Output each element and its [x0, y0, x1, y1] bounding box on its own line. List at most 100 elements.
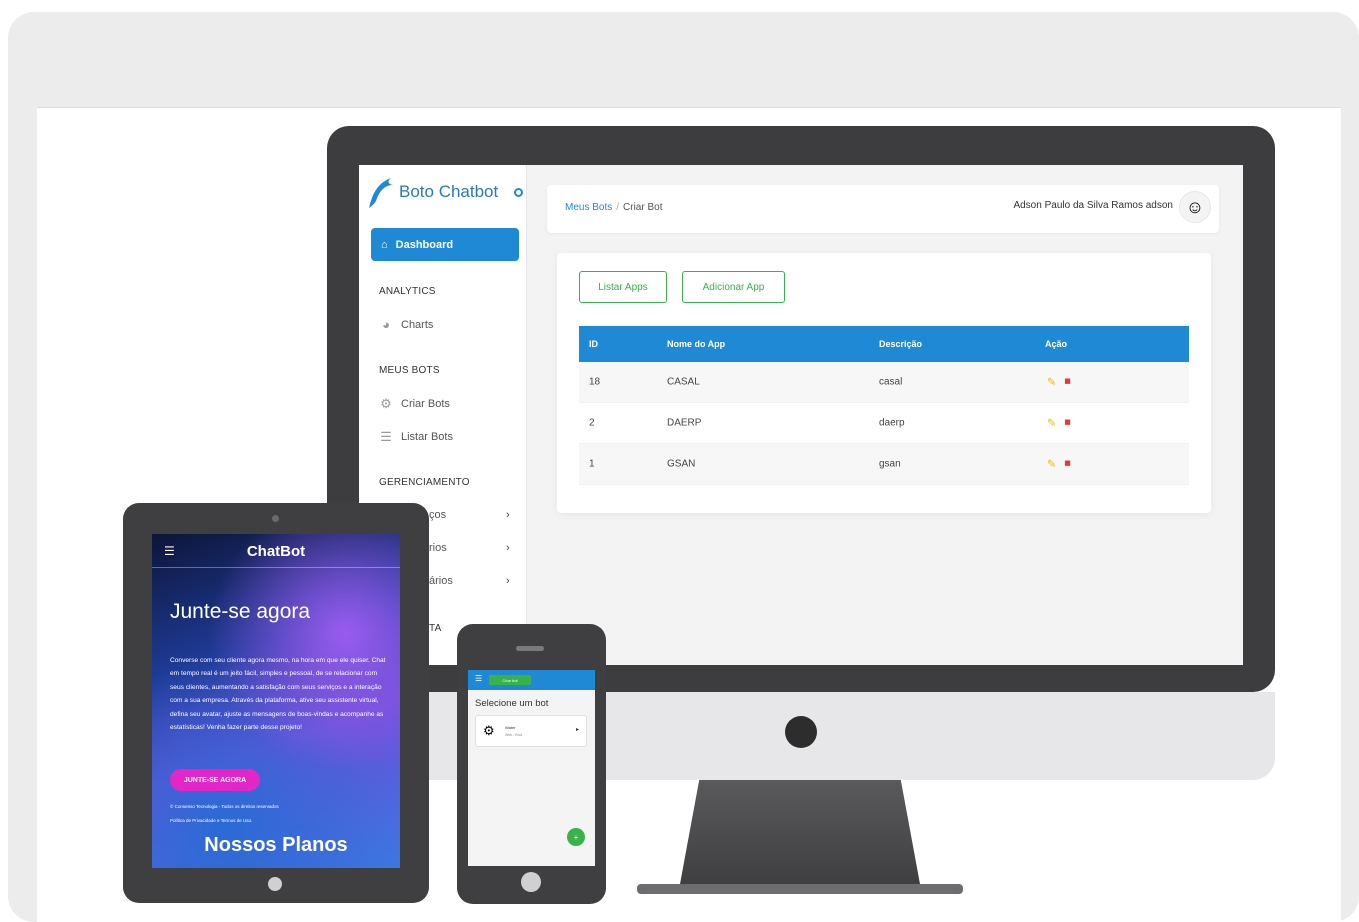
- phone-speaker: [516, 646, 544, 651]
- sidebar-item-servicos[interactable]: ços: [429, 509, 446, 521]
- trash-icon[interactable]: ■: [1064, 376, 1071, 389]
- cell-descricao: daerp: [879, 417, 905, 429]
- adicionar-app-button[interactable]: Adicionar App: [682, 271, 785, 303]
- sidebar-item-usuarios[interactable]: rios: [429, 542, 447, 554]
- bot-list-item[interactable]: ⚙ Water Web - Kiva ▸: [475, 715, 587, 747]
- avatar[interactable]: ☺: [1179, 191, 1211, 223]
- listar-apps-button[interactable]: Listar Apps: [579, 271, 667, 303]
- monitor-screen: Boto Chatbot ⌂ Dashboard ANALYTICS ◕ Cha…: [359, 165, 1243, 665]
- cell-nome: CASAL: [667, 376, 700, 388]
- settings-dot-icon[interactable]: [514, 187, 524, 197]
- sidebar-item-dashboard[interactable]: ⌂ Dashboard: [371, 228, 519, 261]
- bot-subtitle: Web - Kiva: [505, 733, 523, 737]
- mockup-canvas: Boto Chatbot ⌂ Dashboard ANALYTICS ◕ Cha…: [37, 107, 1341, 922]
- row-actions: ✎ ■: [1047, 458, 1071, 471]
- apps-card: Listar Apps Adicionar App ID Nome do App…: [557, 253, 1211, 513]
- header-acao: Ação: [1045, 339, 1068, 349]
- chevron-right-icon[interactable]: ›: [506, 509, 510, 521]
- header-nome: Nome do App: [667, 339, 726, 349]
- privacy-link[interactable]: Política de Privacidade e Termos de Uso.: [170, 818, 252, 823]
- edit-icon[interactable]: ✎: [1047, 417, 1056, 430]
- home-icon: ⌂: [381, 238, 388, 251]
- sidebar-item-label: Charts: [401, 318, 434, 331]
- join-now-button[interactable]: JUNTE-SE AGORA: [170, 769, 260, 791]
- apps-table: ID Nome do App Descrição Ação 18 CASAL c…: [579, 326, 1189, 485]
- hero-paragraph: Converse com seu cliente agora mesmo, na…: [170, 657, 386, 732]
- trash-icon[interactable]: ■: [1064, 458, 1071, 471]
- section-conta: TA: [429, 623, 442, 634]
- top-bar: Meus Bots / Criar Bot Adson Paulo da Silva…: [547, 185, 1219, 233]
- tablet-title: ChatBot: [246, 543, 306, 560]
- sidebar-item-label: Criar Bots: [401, 398, 450, 410]
- chevron-right-icon: ▸: [575, 727, 579, 733]
- breadcrumb: Meus Bots / Criar Bot: [565, 202, 662, 213]
- row-actions: ✎ ■: [1047, 417, 1071, 430]
- sidebar-item-label: rios: [429, 542, 447, 554]
- robot-icon: ⚙: [380, 396, 392, 411]
- user-name[interactable]: Adson Paulo da Silva Ramos adson: [1013, 200, 1173, 211]
- trash-icon[interactable]: ■: [1064, 417, 1071, 430]
- chevron-right-icon[interactable]: ›: [506, 575, 510, 587]
- pie-chart-icon: ◕: [382, 317, 390, 332]
- create-bot-button[interactable]: Criar bot: [489, 675, 531, 685]
- sidebar-item-label: Listar Bots: [401, 431, 453, 443]
- monitor-base: [637, 884, 963, 894]
- brand-logo[interactable]: Boto Chatbot: [367, 175, 524, 209]
- cell-descricao: casal: [879, 376, 903, 388]
- phone-top-bar: ☰ Criar bot: [468, 670, 595, 690]
- phone-device: ☰ Criar bot Selecione um bot ⚙ Water Web…: [457, 624, 606, 904]
- phone-screen: ☰ Criar bot Selecione um bot ⚙ Water Web…: [468, 670, 595, 866]
- brand-name: Boto Chatbot: [399, 182, 499, 201]
- monitor-logo-dot: [785, 716, 817, 748]
- bot-name: Water: [505, 725, 516, 730]
- section-analytics: ANALYTICS: [379, 286, 436, 297]
- dolphin-icon: [369, 178, 393, 208]
- sidebar-item-label: Dashboard: [395, 238, 454, 251]
- tablet-screen: ☰ ChatBot Junte-se agora Converse com se…: [152, 534, 400, 868]
- header-descricao: Descrição: [879, 339, 923, 349]
- phone-title: Selecione um bot: [475, 698, 549, 709]
- add-fab-button[interactable]: +: [567, 828, 585, 846]
- copyright-text: © Consenso Tecnologia - Todos os direito…: [170, 804, 279, 809]
- cell-id: 2: [589, 417, 595, 429]
- sidebar-item-listar-bots[interactable]: ☰ Listar Bots: [379, 429, 453, 445]
- sidebar-item-usuarios-2[interactable]: ários: [429, 575, 453, 587]
- monitor-stand: [680, 780, 920, 884]
- section-gerenciamento: GERENCIAMENTO: [379, 477, 470, 488]
- breadcrumb-current: Criar Bot: [623, 202, 663, 213]
- table-row: 18 CASAL casal ✎ ■: [579, 362, 1189, 403]
- robot-icon: ⚙: [483, 723, 495, 738]
- sidebar-item-charts[interactable]: ◕ Charts: [379, 317, 433, 332]
- phone-home-button: [521, 872, 541, 892]
- cell-nome: GSAN: [667, 458, 696, 470]
- cell-nome: DAERP: [667, 417, 702, 429]
- sidebar-item-label: ços: [429, 509, 447, 521]
- tablet-header: ☰ ChatBot: [152, 534, 400, 568]
- breadcrumb-separator: /: [616, 202, 620, 213]
- chevron-right-icon[interactable]: ›: [506, 542, 510, 554]
- menu-icon[interactable]: ☰: [475, 674, 482, 683]
- sidebar-item-label: ários: [429, 575, 453, 587]
- cell-id: 1: [589, 458, 595, 470]
- row-actions: ✎ ■: [1047, 376, 1071, 389]
- table-row: 2 DAERP daerp ✎ ■: [579, 403, 1189, 444]
- edit-icon[interactable]: ✎: [1047, 376, 1056, 389]
- user-avatar-icon: ☺: [1185, 196, 1205, 217]
- tablet-camera: [272, 515, 279, 522]
- table-header: ID Nome do App Descrição Ação: [579, 326, 1189, 362]
- section-meus-bots: MEUS BOTS: [379, 365, 440, 376]
- sidebar-item-criar-bots[interactable]: ⚙ Criar Bots: [379, 396, 450, 412]
- edit-icon[interactable]: ✎: [1047, 458, 1056, 471]
- tablet-home-button: [268, 877, 282, 891]
- list-icon: ☰: [380, 429, 392, 444]
- header-id: ID: [589, 339, 598, 349]
- breadcrumb-link[interactable]: Meus Bots: [565, 202, 612, 213]
- table-row: 1 GSAN gsan ✎ ■: [579, 444, 1189, 485]
- plans-heading: Nossos Planos: [204, 834, 348, 856]
- desktop-monitor: Boto Chatbot ⌂ Dashboard ANALYTICS ◕ Cha…: [327, 126, 1275, 692]
- cell-id: 18: [589, 376, 601, 388]
- cell-descricao: gsan: [879, 458, 901, 470]
- browser-frame: Boto Chatbot ⌂ Dashboard ANALYTICS ◕ Cha…: [8, 12, 1359, 922]
- hero-heading: Junte-se agora: [170, 600, 311, 623]
- tablet-device: ☰ ChatBot Junte-se agora Converse com se…: [123, 503, 429, 903]
